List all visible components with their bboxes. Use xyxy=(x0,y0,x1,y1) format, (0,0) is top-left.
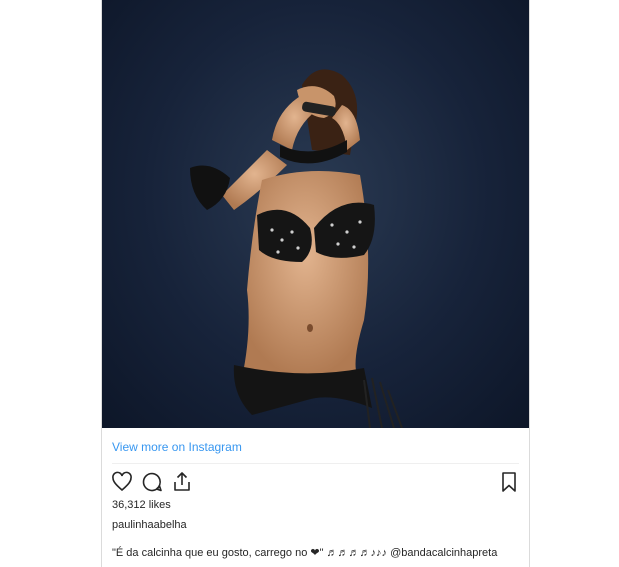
performer-photo xyxy=(190,69,403,428)
heart-outline-icon[interactable] xyxy=(110,470,134,494)
caption-mention-link[interactable]: @bandacalcinhapreta xyxy=(390,547,497,559)
bookmark-icon[interactable] xyxy=(497,470,521,494)
view-more-on-instagram-link[interactable]: View more on Instagram xyxy=(112,440,242,454)
share-upload-icon[interactable] xyxy=(170,470,194,494)
post-author[interactable]: paulinhaabelha xyxy=(112,519,187,531)
comment-bubble-icon[interactable] xyxy=(140,470,164,494)
post-media-image[interactable] xyxy=(102,0,529,428)
caption-text: "É da calcinha que eu gosto, carrego no … xyxy=(112,547,388,559)
post-caption: "É da calcinha que eu gosto, carrego no … xyxy=(112,546,497,559)
instagram-embed: View more on Instagram 36,312 likes paul… xyxy=(101,0,530,567)
likes-count: 36,312 likes xyxy=(112,499,171,511)
post-actions xyxy=(110,470,194,494)
divider xyxy=(112,463,519,464)
